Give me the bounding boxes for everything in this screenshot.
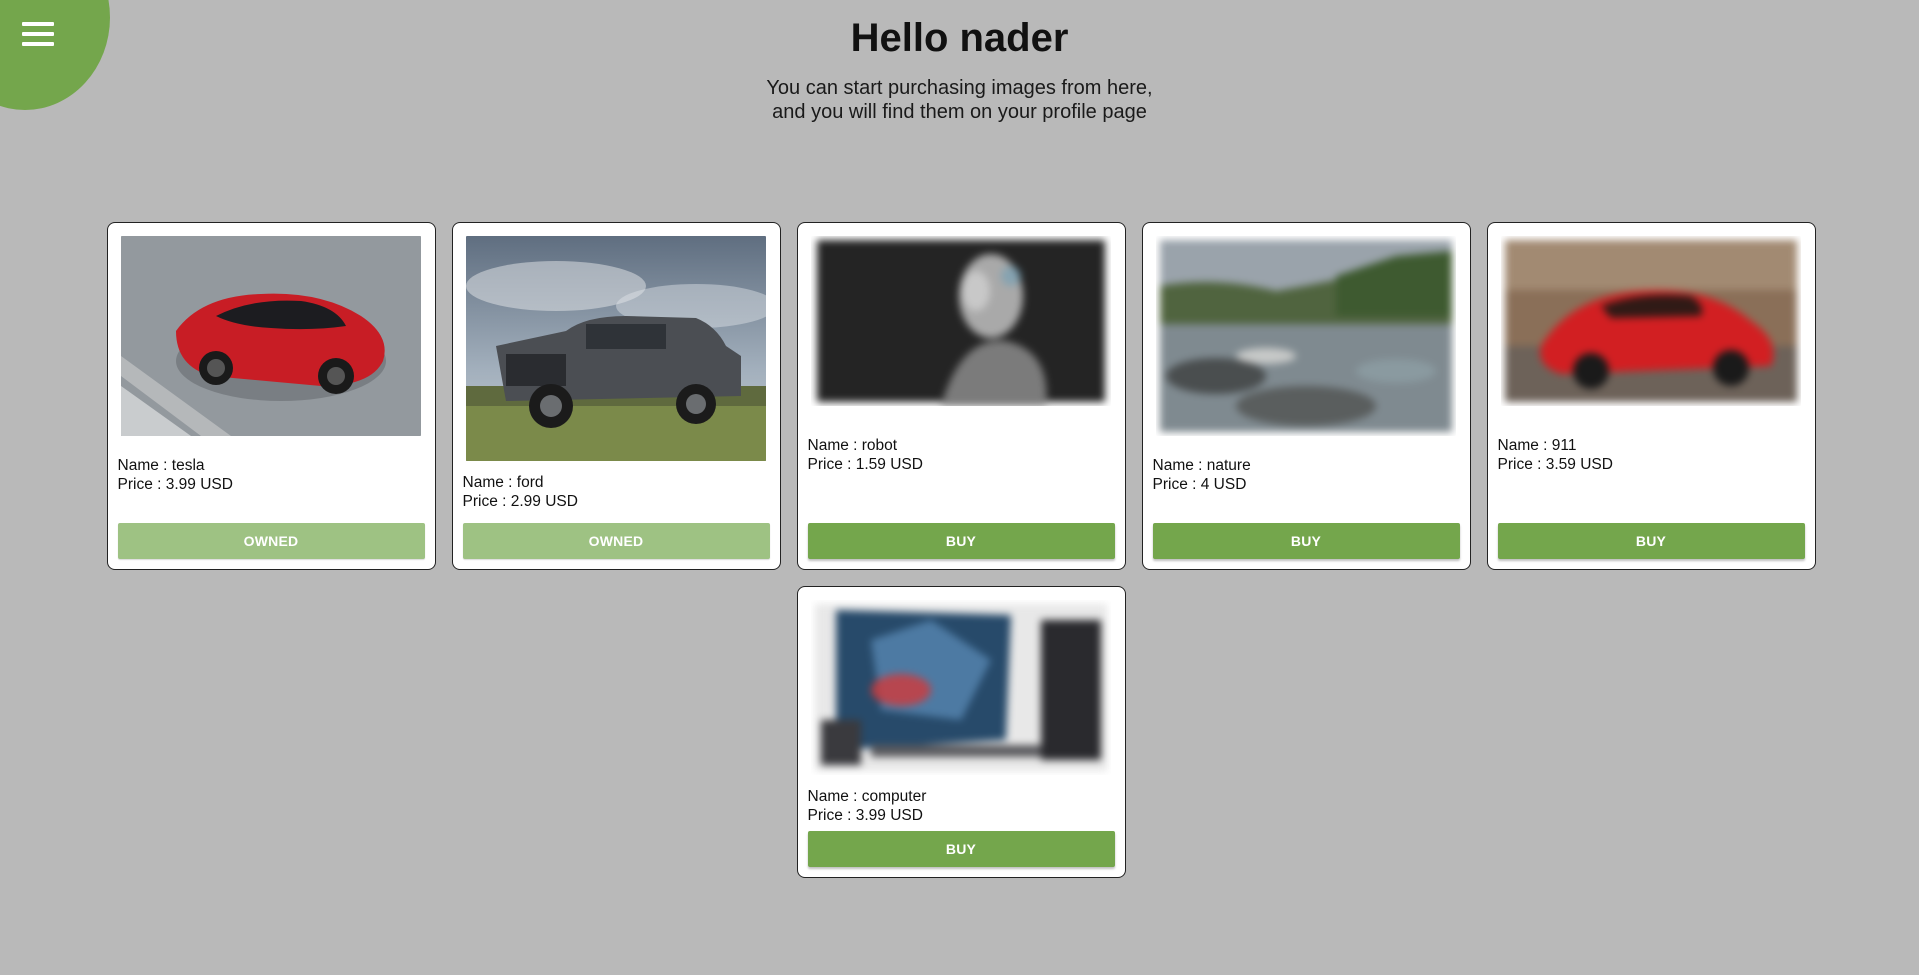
product-card: Name : 911 Price : 3.59 USD BUY bbox=[1486, 222, 1816, 570]
product-name: Name : 911 bbox=[1497, 437, 1577, 454]
buy-button[interactable]: BUY bbox=[1152, 523, 1460, 559]
subtitle-line-2: and you will find them on your profile p… bbox=[772, 101, 1147, 123]
product-price: Price : 3.99 USD bbox=[117, 476, 233, 493]
product-card: Name : tesla Price : 3.99 USD OWNED bbox=[106, 222, 436, 570]
product-image-computer bbox=[811, 600, 1111, 775]
page-header: Hello nader You can start purchasing ima… bbox=[0, 14, 1919, 124]
product-price: Price : 1.59 USD bbox=[807, 456, 923, 473]
product-info: Name : robot Price : 1.59 USD bbox=[808, 436, 1115, 474]
product-name: Name : tesla bbox=[117, 457, 205, 474]
product-name: Name : computer bbox=[807, 788, 927, 805]
page-subtitle: You can start purchasing images from her… bbox=[0, 76, 1919, 124]
subtitle-line-1: You can start purchasing images from her… bbox=[766, 77, 1153, 99]
page: Hello nader You can start purchasing ima… bbox=[0, 0, 1919, 975]
product-price: Price : 4 USD bbox=[1152, 476, 1247, 493]
buy-button[interactable]: BUY bbox=[807, 523, 1115, 559]
product-image-ford bbox=[466, 236, 766, 461]
owned-button[interactable]: OWNED bbox=[462, 523, 770, 559]
product-name: Name : nature bbox=[1152, 457, 1251, 474]
product-info: Name : tesla Price : 3.99 USD bbox=[118, 456, 425, 494]
product-info: Name : nature Price : 4 USD bbox=[1153, 456, 1460, 494]
product-card: Name : robot Price : 1.59 USD BUY bbox=[796, 222, 1126, 570]
buy-button[interactable]: BUY bbox=[807, 831, 1115, 867]
product-info: Name : 911 Price : 3.59 USD bbox=[1498, 436, 1805, 474]
product-image-robot bbox=[811, 236, 1111, 406]
product-price: Price : 3.99 USD bbox=[807, 807, 923, 824]
product-image-tesla bbox=[121, 236, 421, 436]
page-title: Hello nader bbox=[850, 16, 1069, 60]
product-info: Name : ford Price : 2.99 USD bbox=[463, 473, 770, 511]
product-price: Price : 2.99 USD bbox=[462, 493, 578, 510]
product-card: Name : computer Price : 3.99 USD BUY bbox=[796, 586, 1126, 878]
owned-button[interactable]: OWNED bbox=[117, 523, 425, 559]
product-info: Name : computer Price : 3.99 USD bbox=[808, 787, 1115, 825]
product-image-911 bbox=[1501, 236, 1801, 406]
product-image-nature bbox=[1156, 236, 1456, 436]
product-name: Name : robot bbox=[807, 437, 898, 454]
product-price: Price : 3.59 USD bbox=[1497, 456, 1613, 473]
buy-button[interactable]: BUY bbox=[1497, 523, 1805, 559]
product-card: Name : nature Price : 4 USD BUY bbox=[1141, 222, 1471, 570]
product-grid: Name : tesla Price : 3.99 USD OWNED Name… bbox=[106, 222, 1816, 878]
product-name: Name : ford bbox=[462, 474, 544, 491]
product-card: Name : ford Price : 2.99 USD OWNED bbox=[451, 222, 781, 570]
